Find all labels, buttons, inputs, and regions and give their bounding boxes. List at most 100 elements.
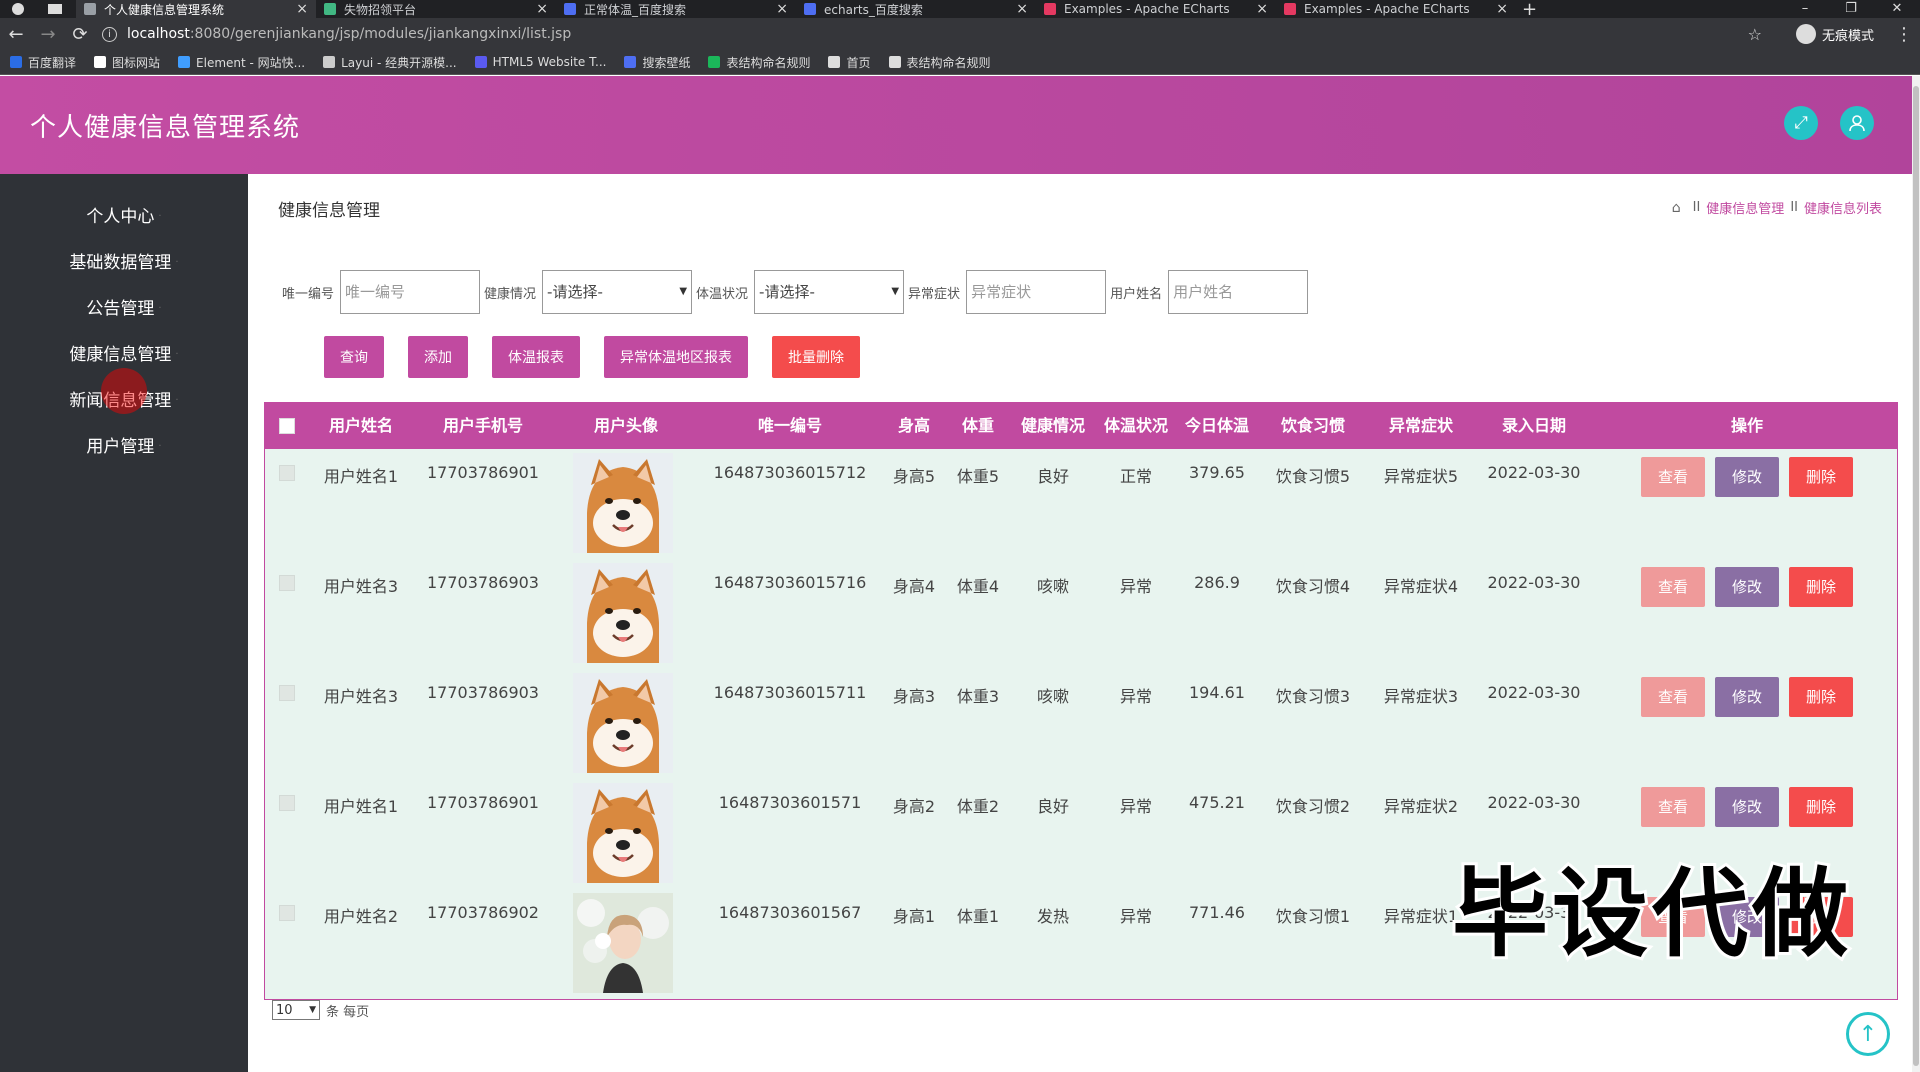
- username-input[interactable]: 用户姓名: [1168, 270, 1309, 314]
- bookmark-item[interactable]: HTML5 Website T...: [474, 55, 606, 69]
- abnormal-region-report-button[interactable]: 异常体温地区报表: [604, 336, 748, 378]
- column-header: 异常症状: [1388, 416, 1453, 435]
- batch-delete-button[interactable]: 批量删除: [772, 336, 860, 378]
- browser-tab[interactable]: 正常体温_百度搜索 ×: [556, 0, 796, 18]
- edit-button[interactable]: 修改: [1715, 787, 1779, 827]
- incognito-indicator[interactable]: 无痕模式: [1776, 24, 1874, 44]
- watermark-text: 毕设代做: [1449, 858, 1852, 970]
- avatar: [573, 453, 673, 553]
- bookmark-item[interactable]: Layui - 经典开源模...: [323, 54, 457, 71]
- bookmark-item[interactable]: 搜索壁纸: [624, 54, 690, 71]
- bookmark-favicon-icon: [624, 56, 637, 68]
- view-button[interactable]: 查看: [1641, 567, 1705, 607]
- sidebar-item[interactable]: 公告管理 ·: [0, 286, 248, 332]
- cell-date: 2022-03-30: [1487, 683, 1581, 702]
- sidebar-item[interactable]: 个人中心 ·: [0, 194, 248, 240]
- restore-button[interactable]: ❐: [1828, 0, 1874, 18]
- table-row[interactable]: 用户姓名1 17703786901 164873036015712 身高5 体重5 良好正…: [265, 449, 1897, 559]
- delete-button[interactable]: 删除: [1789, 677, 1853, 717]
- sidebar-item[interactable]: 用户管理 ·: [0, 424, 248, 470]
- view-button[interactable]: 查看: [1641, 787, 1705, 827]
- sidebar-item-label: 健康信息管理: [69, 345, 172, 365]
- delete-button[interactable]: 删除: [1789, 567, 1853, 607]
- tab-title: Examples - Apache ECharts: [1304, 2, 1470, 16]
- bookmarks-bar: 百度翻译 图标网站 Element - 网站快... Layui - 经典开源模...…: [0, 50, 1920, 75]
- close-tab-icon[interactable]: ×: [1256, 1, 1268, 17]
- select-all-checkbox[interactable]: [279, 418, 295, 434]
- tab-search-icon[interactable]: [36, 0, 76, 18]
- close-tab-icon[interactable]: ×: [536, 1, 548, 17]
- edit-button[interactable]: 修改: [1715, 567, 1779, 607]
- health-select[interactable]: -请选择- ▼: [542, 270, 693, 314]
- chevron-icon: ·: [158, 211, 162, 222]
- incognito-icon: [1795, 24, 1816, 44]
- temp-status-select[interactable]: -请选择- ▼: [754, 270, 905, 314]
- browser-tab[interactable]: 个人健康信息管理系统 ×: [76, 0, 316, 18]
- sidebar-item-label: 用户管理: [86, 437, 155, 457]
- url-field[interactable]: i localhost :8080/gerenjiankang/jsp/modu…: [102, 26, 1748, 42]
- breadcrumb-item-1[interactable]: 健康信息管理: [1706, 198, 1784, 217]
- edit-button[interactable]: 修改: [1715, 677, 1779, 717]
- bookmark-label: 图标网站: [112, 55, 161, 70]
- back-arrow-icon[interactable]: ←: [0, 24, 32, 45]
- page-scrollbar[interactable]: [1912, 76, 1920, 1072]
- page-size-select[interactable]: 10 ▼: [272, 1000, 320, 1020]
- bookmark-item[interactable]: 表结构命名规则: [708, 54, 810, 71]
- fullscreen-icon[interactable]: ⤢: [1784, 106, 1818, 140]
- add-button[interactable]: 添加: [408, 336, 468, 378]
- tab-favicon-icon: [1044, 3, 1056, 15]
- bookmark-label: 百度翻译: [28, 55, 77, 70]
- table-row[interactable]: 用户姓名3 17703786903 164873036015716 身高4 体重4 咳嗽异…: [265, 559, 1897, 669]
- view-button[interactable]: 查看: [1641, 457, 1705, 497]
- edit-button[interactable]: 修改: [1715, 457, 1779, 497]
- bookmark-item[interactable]: 首页: [828, 54, 871, 71]
- delete-button[interactable]: 删除: [1789, 787, 1853, 827]
- bookmark-star-icon[interactable]: ☆: [1748, 25, 1762, 44]
- column-header: 用户头像: [593, 416, 658, 435]
- browser-menu-icon[interactable]: [0, 0, 36, 18]
- tab-title: echarts_百度搜索: [824, 2, 923, 17]
- id-label: 唯一编号: [282, 286, 335, 302]
- new-tab-button[interactable]: +: [1522, 0, 1537, 20]
- table-row[interactable]: 用户姓名3 17703786903 164873036015711 身高3 体重3 咳嗽异…: [265, 669, 1897, 779]
- browser-tab[interactable]: echarts_百度搜索 ×: [796, 0, 1036, 18]
- cell-phone: 17703786902: [427, 903, 539, 922]
- back-to-top-icon[interactable]: ↑: [1846, 1012, 1890, 1056]
- user-icon[interactable]: [1840, 106, 1874, 140]
- home-icon[interactable]: ⌂: [1672, 200, 1681, 216]
- breadcrumb-item-2[interactable]: 健康信息列表: [1804, 198, 1882, 217]
- symptom-label: 异常症状: [908, 286, 961, 302]
- bookmark-item[interactable]: 百度翻译: [10, 54, 76, 71]
- bookmark-item[interactable]: Element - 网站快...: [178, 54, 305, 71]
- filter-bar: 唯一编号 唯一编号 健康情况 -请选择- ▼ 体温状况 -请选择- ▼ 异常症状 异…: [282, 270, 1312, 314]
- bookmark-item[interactable]: 表结构命名规则: [888, 54, 991, 71]
- sidebar-item[interactable]: 基础数据管理 ·: [0, 240, 248, 286]
- reload-icon[interactable]: ⟳: [64, 24, 96, 45]
- symptom-input[interactable]: 异常症状: [966, 270, 1107, 314]
- close-tab-icon[interactable]: ×: [296, 1, 308, 17]
- query-button[interactable]: 查询: [324, 336, 384, 378]
- address-bar-row: ← → ⟳ i localhost :8080/gerenjiankang/js…: [0, 18, 1920, 50]
- forward-arrow-icon[interactable]: →: [32, 24, 64, 45]
- sidebar-item-label: 公告管理: [86, 299, 155, 319]
- chevron-down-icon: ▼: [891, 286, 900, 297]
- close-tab-icon[interactable]: ×: [1016, 1, 1028, 17]
- browser-menu-dots-icon[interactable]: ⋮: [1888, 24, 1920, 45]
- browser-tab[interactable]: Examples - Apache ECharts ×: [1276, 0, 1516, 18]
- temp-report-button[interactable]: 体温报表: [492, 336, 580, 378]
- close-tab-icon[interactable]: ×: [776, 1, 788, 17]
- close-tab-icon[interactable]: ×: [1496, 1, 1508, 17]
- tab-favicon-icon: [564, 3, 576, 15]
- url-path: :8080/gerenjiankang/jsp/modules/jiankang…: [189, 26, 572, 42]
- close-window-button[interactable]: ✕: [1874, 0, 1920, 18]
- avatar: [573, 673, 673, 773]
- browser-tab[interactable]: 失物招领平台 ×: [316, 0, 556, 18]
- bookmark-item[interactable]: 图标网站: [94, 54, 160, 71]
- minimize-button[interactable]: –: [1782, 0, 1828, 18]
- id-input[interactable]: 唯一编号: [340, 270, 481, 314]
- browser-tab[interactable]: Examples - Apache ECharts ×: [1036, 0, 1276, 18]
- delete-button[interactable]: 删除: [1789, 457, 1853, 497]
- view-button[interactable]: 查看: [1641, 677, 1705, 717]
- site-info-icon[interactable]: i: [102, 26, 117, 42]
- temp-status-label: 体温状况: [696, 286, 749, 302]
